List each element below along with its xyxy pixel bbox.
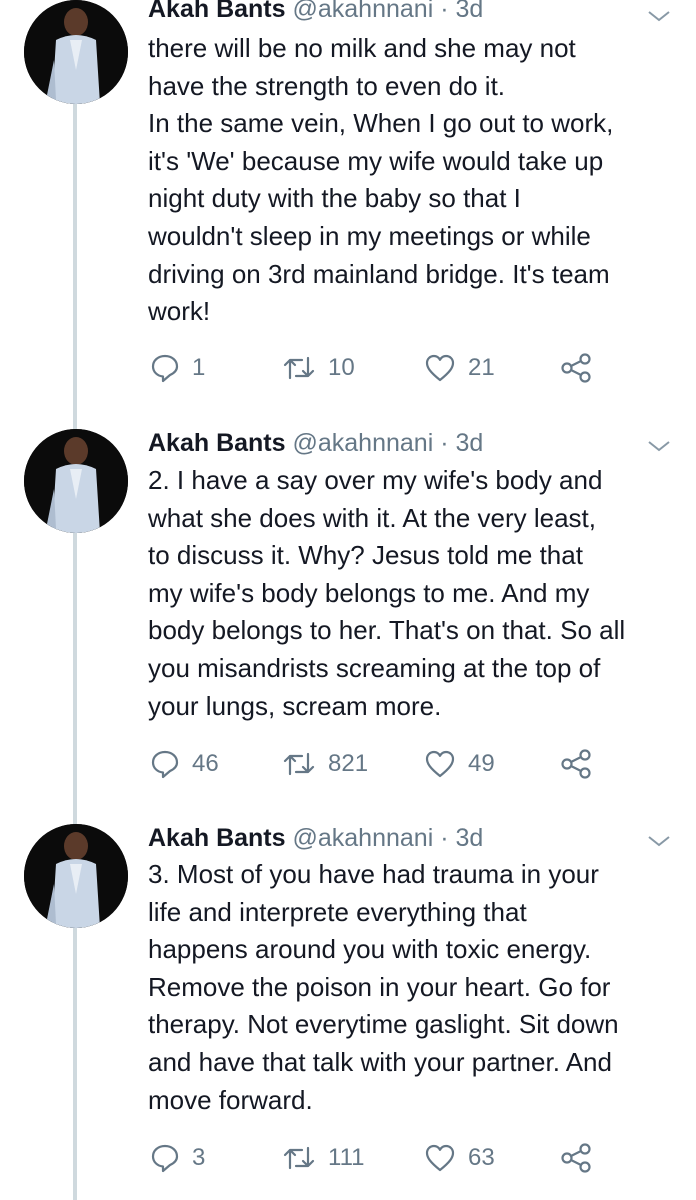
timestamp[interactable]: 3d xyxy=(456,0,484,23)
tweet-text: 2. I have a say over my wife's body and … xyxy=(148,462,678,725)
like-button[interactable]: 63 xyxy=(424,1138,495,1178)
share-icon xyxy=(561,1143,591,1173)
author-handle[interactable]: @akahnnani xyxy=(293,824,434,852)
author-name[interactable]: Akah Bants xyxy=(148,0,286,23)
chevron-down-icon[interactable] xyxy=(645,6,673,26)
retweet-count: 10 xyxy=(328,354,355,381)
author-name[interactable]: Akah Bants xyxy=(148,429,286,457)
share-icon xyxy=(561,353,591,383)
reply-icon xyxy=(151,750,179,779)
tweet-line: body belongs to her. That's on that. So … xyxy=(148,615,626,646)
retweet-icon xyxy=(283,752,315,776)
tweet-line: therapy. Not everytime gaslight. Sit dow… xyxy=(148,1009,619,1040)
author-handle[interactable]: @akahnnani xyxy=(293,429,434,457)
tweet-line: your lungs, scream more. xyxy=(148,690,442,721)
tweet-line: to discuss it. Why? Jesus told me that xyxy=(148,540,583,571)
tweet-line: night duty with the baby so that I xyxy=(148,183,521,214)
avatar[interactable] xyxy=(24,0,128,104)
tweet-line: have the strength to even do it. xyxy=(148,70,506,101)
avatar-image xyxy=(24,0,128,104)
avatar[interactable] xyxy=(24,429,128,533)
separator: · xyxy=(440,0,449,23)
tweet-header: Akah Bants @akahnnani · 3d xyxy=(148,426,483,460)
tweet-actions: 1 10 21 xyxy=(148,348,648,388)
reply-button[interactable]: 46 xyxy=(150,744,219,784)
tweet-line: driving on 3rd mainland bridge. It's tea… xyxy=(148,258,610,289)
timestamp[interactable]: 3d xyxy=(456,429,484,457)
reply-count: 3 xyxy=(192,1144,206,1171)
heart-icon xyxy=(425,750,455,778)
share-icon xyxy=(561,749,591,779)
separator: · xyxy=(440,824,449,852)
tweet-line: In the same vein, When I go out to work, xyxy=(148,108,614,139)
retweet-button[interactable]: 10 xyxy=(282,348,355,388)
separator: · xyxy=(440,429,449,457)
retweet-icon xyxy=(283,1146,315,1170)
reply-icon xyxy=(151,354,179,383)
tweet-line: you misandrists screaming at the top of xyxy=(148,652,601,683)
tweet-line: 2. I have a say over my wife's body and xyxy=(148,465,603,495)
reply-button[interactable]: 1 xyxy=(150,348,205,388)
heart-icon xyxy=(425,354,455,382)
share-button[interactable] xyxy=(560,348,604,388)
retweet-button[interactable]: 111 xyxy=(282,1138,364,1178)
tweet-line: and have that talk with your partner. An… xyxy=(148,1046,612,1077)
like-count: 63 xyxy=(468,1144,495,1171)
chevron-down-icon[interactable] xyxy=(645,436,673,456)
tweet-header: Akah Bants @akahnnani · 3d xyxy=(148,821,483,855)
avatar-image xyxy=(24,824,128,928)
tweet-header: Akah Bants @akahnnani · 3d xyxy=(148,0,483,26)
tweet-actions: 3 111 63 xyxy=(148,1138,648,1178)
tweet-line: my wife's body belongs to me. And my xyxy=(148,577,590,608)
like-count: 21 xyxy=(468,354,495,381)
author-handle[interactable]: @akahnnani xyxy=(293,0,434,23)
avatar-image xyxy=(24,429,128,533)
tweet-line: 3. Most of you have had trauma in your xyxy=(148,859,599,889)
tweet-line: work! xyxy=(148,296,211,327)
reply-count: 46 xyxy=(192,750,219,777)
tweet-line: move forward. xyxy=(148,1084,313,1115)
reply-button[interactable]: 3 xyxy=(150,1138,205,1178)
tweet-text: there will be no milk and she may not ha… xyxy=(148,30,678,331)
retweet-count: 821 xyxy=(328,750,369,777)
tweet[interactable]: Akah Bants @akahnnani · 3d 3. Most of yo… xyxy=(0,788,696,1182)
retweet-icon xyxy=(283,356,315,380)
author-name[interactable]: Akah Bants xyxy=(148,824,286,852)
tweet[interactable]: Akah Bants @akahnnani · 3d 2. I have a s… xyxy=(0,394,696,788)
heart-icon xyxy=(425,1144,455,1172)
tweet-line: Remove the poison in your heart. Go for xyxy=(148,971,611,1002)
timestamp[interactable]: 3d xyxy=(456,824,484,852)
tweet-text: 3. Most of you have had trauma in your l… xyxy=(148,856,678,1119)
tweet-line: happens around you with toxic energy. xyxy=(148,934,592,965)
tweet-line: it's 'We' because my wife would take up xyxy=(148,145,604,176)
tweet-line: wouldn't sleep in my meetings or while xyxy=(148,220,591,251)
avatar[interactable] xyxy=(24,824,128,928)
share-button[interactable] xyxy=(560,1138,604,1178)
retweet-count: 111 xyxy=(328,1144,365,1171)
tweet-line: what she does with it. At the very least… xyxy=(148,502,597,533)
like-button[interactable]: 49 xyxy=(424,744,495,784)
chevron-down-icon[interactable] xyxy=(645,831,673,851)
tweet[interactable]: Akah Bants @akahnnani · 3d there will be… xyxy=(0,0,696,394)
retweet-button[interactable]: 821 xyxy=(282,744,368,784)
tweet-line: there will be no milk and she may not xyxy=(148,33,576,63)
reply-count: 1 xyxy=(192,354,206,381)
tweet-actions: 46 821 49 xyxy=(148,744,648,784)
share-button[interactable] xyxy=(560,744,604,784)
like-button[interactable]: 21 xyxy=(424,348,495,388)
reply-icon xyxy=(151,1144,179,1173)
tweet-line: life and interprete everything that xyxy=(148,896,527,927)
like-count: 49 xyxy=(468,750,495,777)
